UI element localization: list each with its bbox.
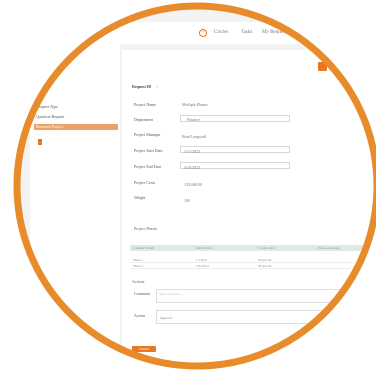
bookmark-icon [38,139,42,145]
project-name-value[interactable]: Multiple Phases [182,102,208,107]
department-label: Department [134,117,153,122]
comment-placeholder: Type comment... [159,292,183,296]
weight-value[interactable]: 100 [184,198,190,203]
weight-label: Weight [134,195,146,200]
end-date-label: Project End Date [134,164,162,169]
table-cell: 3/31/2021 [196,264,209,268]
main-panel [122,50,376,376]
action-value: Approve [160,316,173,320]
table-cell: 20 percent [258,258,272,262]
start-date-label: Project Start Date [134,148,163,153]
col-calendar-month: Calendar Month [133,246,154,250]
nav-link-circles[interactable]: Circles [214,30,228,35]
department-value: Finance [187,117,200,122]
end-date-value: 4/15/2022 [184,165,201,170]
sidebar [30,44,120,376]
nav-link-tasks[interactable]: Tasks [241,30,252,35]
action-label: Action [134,313,145,318]
sidebar-item-research-project[interactable]: Research Project [34,124,118,130]
table-cell: 1/1/2021 [196,258,208,262]
screenshot-stage: + Circles Tasks My Requests Request Type… [0,0,376,376]
col-allocation: % Allocation [258,246,275,250]
top-navbar: + Circles Tasks My Requests [0,22,376,44]
action-select[interactable] [156,310,376,324]
comment-textarea[interactable] [156,289,376,303]
comment-label: Comment [134,291,150,296]
sidebar-item-question-request[interactable]: Question Request [34,114,118,120]
project-manager-value[interactable]: Brad Longstaff [182,134,206,139]
table-cell: Phase 2 [133,264,143,268]
table-cell: Phase 1 [133,258,143,262]
project-manager-label: Project Manager [134,132,161,137]
close-icon[interactable]: × [156,84,158,89]
nav-link-my-requests[interactable]: My Requests [262,30,288,35]
project-costs-value[interactable]: 135,000.00 [184,182,202,187]
project-costs-label: Project Costs [134,180,156,185]
app-window: + Circles Tasks My Requests Request Type… [0,0,376,376]
submit-button[interactable]: Submit [132,346,156,352]
form-header: Request ID [132,84,152,89]
start-date-value: 11/1/2021 [184,149,201,154]
project-name-label: Project Name [134,102,156,107]
plus-circle-icon[interactable]: + [199,29,207,37]
phases-title: Project Phases [134,226,158,231]
table-cell: 30 percent [258,264,272,268]
sidebar-item-request-type[interactable]: Request Type [34,104,118,110]
menu-toggle-icon[interactable] [318,62,327,71]
actions-title: Actions [132,279,145,284]
table-row [130,263,376,269]
col-initial-period: Initial Period [196,246,213,250]
col-phase-percentage: Phase percentage [318,246,341,250]
